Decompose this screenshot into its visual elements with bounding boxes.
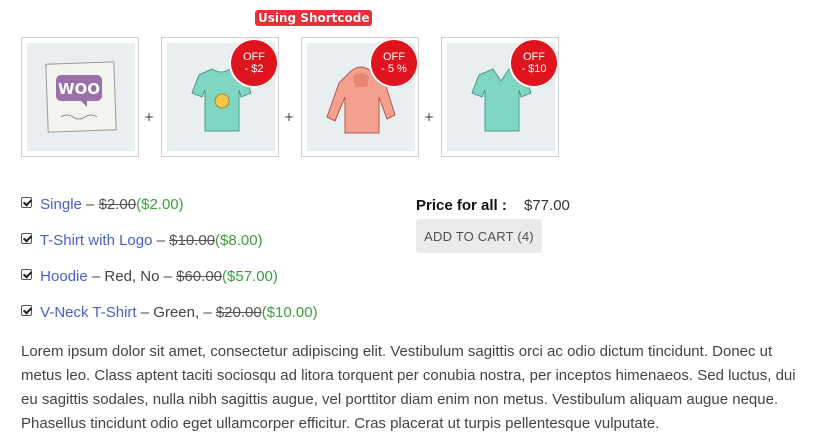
item-link[interactable]: Single: [40, 196, 82, 213]
item-link[interactable]: Hoodie: [40, 268, 88, 285]
item-checkbox[interactable]: [21, 197, 32, 208]
add-to-cart-button[interactable]: ADD TO CART (4): [416, 219, 542, 253]
product-description: Lorem ipsum dolor sit amet, consectetur …: [21, 343, 796, 432]
old-price: $10.00: [169, 232, 216, 249]
product-card-vneck[interactable]: OFF - $10: [441, 37, 559, 157]
price-for-all-value: $77.00: [524, 197, 570, 214]
plus-sign: +: [424, 110, 435, 124]
badge-label: OFF: [523, 51, 545, 63]
item-checkbox[interactable]: [21, 233, 32, 244]
badge-amount: - 5 %: [381, 63, 407, 75]
new-price: ($57.00): [222, 268, 278, 285]
product-card-single[interactable]: WOO: [21, 37, 139, 157]
new-price: ($2.00): [136, 196, 184, 213]
discount-badge: OFF - $10: [509, 38, 559, 88]
old-price: $60.00: [176, 268, 223, 285]
shortcode-banner: Using Shortcode: [255, 10, 373, 26]
product-card-hoodie[interactable]: OFF - 5 %: [301, 37, 419, 157]
plus-sign: +: [284, 110, 295, 124]
bundle-item: Single – $2.00($2.00): [21, 195, 184, 215]
badge-label: OFF: [383, 51, 405, 63]
item-link[interactable]: V-Neck T-Shirt: [40, 304, 136, 321]
woo-album-icon: WOO: [27, 43, 135, 151]
discount-badge: OFF - 5 %: [369, 38, 419, 88]
price-for-all-label: Price for all :: [416, 197, 507, 214]
plus-sign: +: [144, 110, 155, 124]
item-checkbox[interactable]: [21, 269, 32, 280]
product-card-tshirt-logo[interactable]: OFF - $2: [161, 37, 279, 157]
svg-text:WOO: WOO: [58, 80, 100, 98]
old-price: $20.00: [215, 304, 262, 321]
badge-label: OFF: [243, 51, 265, 63]
product-image-single[interactable]: WOO: [27, 43, 135, 151]
bundle-item: T-Shirt with Logo – $10.00($8.00): [21, 231, 263, 251]
separator: –: [156, 232, 165, 249]
item-attributes: Green,: [153, 304, 200, 321]
new-price: ($10.00): [261, 304, 318, 321]
badge-amount: - $10: [521, 63, 547, 75]
separator: –: [163, 268, 172, 285]
separator: –: [91, 268, 101, 285]
item-link[interactable]: T-Shirt with Logo: [40, 232, 153, 249]
badge-amount: - $2: [244, 63, 264, 75]
bundle-item: Hoodie – Red, No – $60.00($57.00): [21, 267, 278, 287]
separator: –: [86, 196, 95, 213]
separator: –: [203, 304, 212, 321]
bundle-item: V-Neck T-Shirt – Green, – $20.00($10.00): [21, 303, 318, 323]
discount-badge: OFF - $2: [229, 38, 279, 88]
new-price: ($8.00): [215, 232, 263, 249]
item-checkbox[interactable]: [21, 305, 32, 316]
separator: –: [140, 304, 150, 321]
item-attributes: Red, No: [104, 268, 160, 285]
old-price: $2.00: [98, 196, 137, 213]
